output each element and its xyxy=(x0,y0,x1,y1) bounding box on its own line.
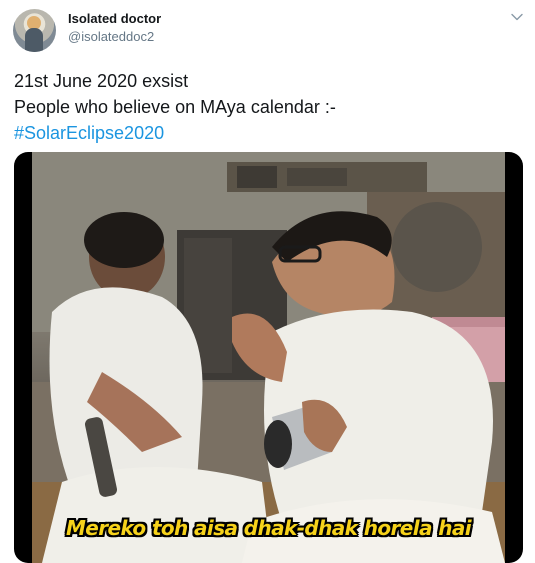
tweet-media[interactable]: Mereko toh aisa dhak-dhak horela hai xyxy=(14,152,523,563)
tweet-text: 21st June 2020 exsist People who believe… xyxy=(14,68,336,146)
tweet-text-line: 21st June 2020 exsist xyxy=(14,71,189,91)
hashtag-link[interactable]: #SolarEclipse2020 xyxy=(14,120,336,146)
tweet-text-line: People who believe on MAya calendar :- xyxy=(14,97,336,117)
movie-still xyxy=(32,152,505,563)
author-name[interactable]: Isolated doctor xyxy=(68,11,161,26)
avatar[interactable] xyxy=(13,9,56,52)
movie-still-illustration xyxy=(32,152,505,563)
chevron-down-icon[interactable] xyxy=(509,9,525,25)
meme-caption: Mereko toh aisa dhak-dhak horela hai xyxy=(65,516,472,540)
author-handle[interactable]: @isolateddoc2 xyxy=(68,29,154,44)
avatar-body xyxy=(25,28,43,52)
